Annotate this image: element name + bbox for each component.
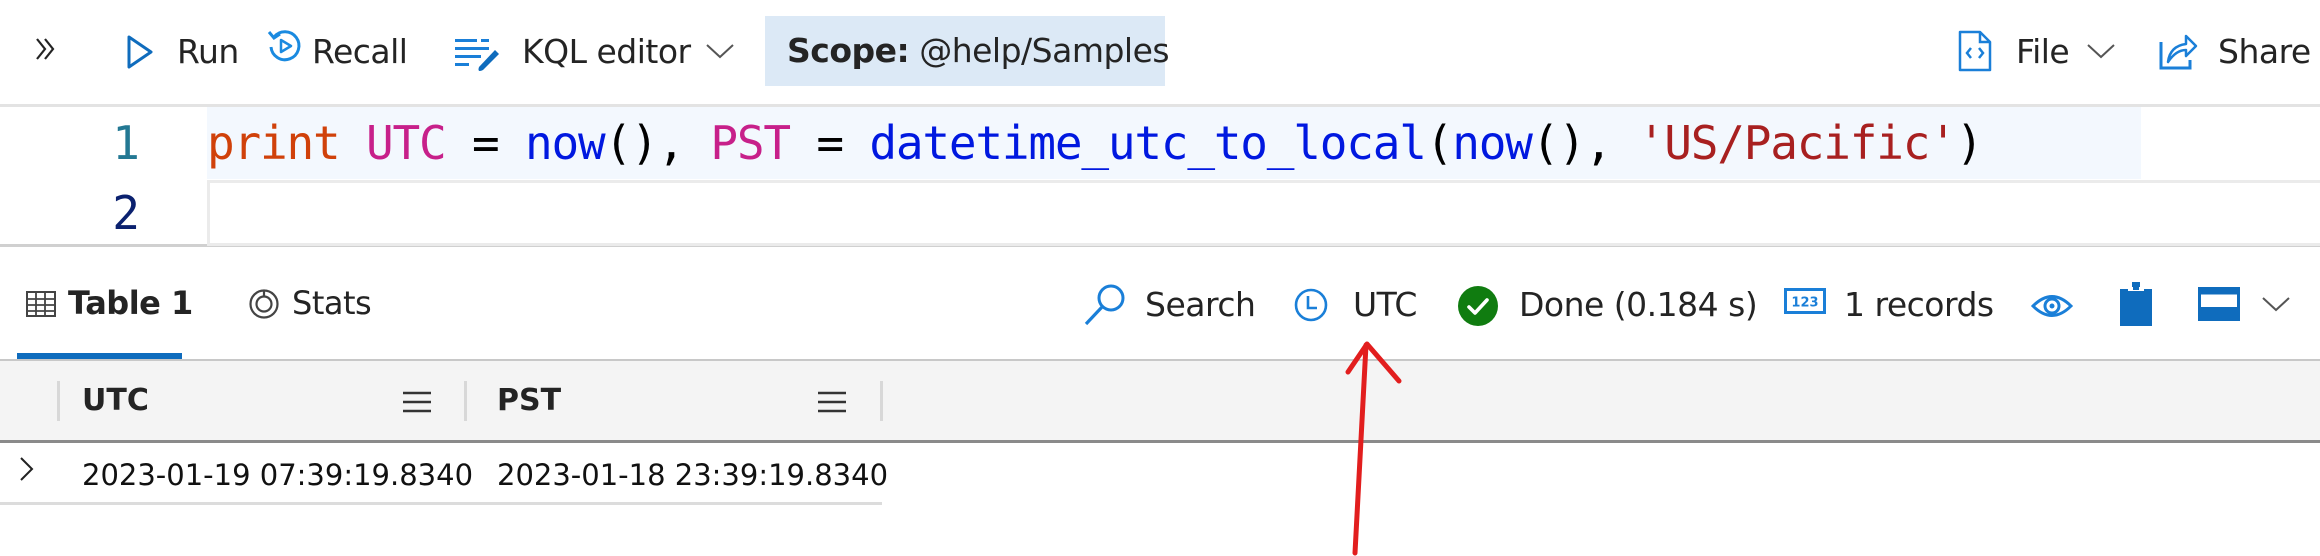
file-menu-button[interactable]: File (1958, 30, 2118, 76)
query-toolbar: Run Recall KQL editor Scope: @help/Sampl… (0, 0, 2320, 104)
code-file-icon (1958, 30, 1992, 72)
line-number: 2 (112, 186, 140, 240)
code-token-var: PST (710, 116, 791, 170)
search-label: Search (1145, 285, 1256, 324)
results-toolbar: Table 1 Stats Search UTC Done (0.184 s) … (0, 247, 2320, 359)
kql-editor-icon (455, 36, 501, 72)
recall-label: Recall (312, 32, 408, 71)
records-label: 1 records (1844, 285, 1994, 324)
table-icon (26, 291, 56, 317)
scope-selector[interactable]: Scope: @help/Samples (765, 16, 1170, 86)
column-menu-icon[interactable] (818, 391, 846, 413)
play-icon (127, 35, 153, 69)
layout-panel-icon (2198, 287, 2240, 321)
recall-history-icon (266, 28, 304, 66)
code-token-fn: datetime_utc_to_local (869, 116, 1427, 170)
timezone-label: UTC (1353, 285, 1417, 324)
code-token-pl: ) (1955, 116, 1984, 170)
code-token-pl: = (789, 116, 870, 170)
kql-editor-label: KQL editor (522, 32, 691, 71)
tab-stats[interactable]: Stats (248, 283, 378, 327)
search-button[interactable]: Search (1083, 281, 1256, 327)
editor-line-2[interactable] (207, 180, 2320, 246)
search-icon (1083, 283, 1127, 327)
scope-prefix: Scope: (787, 31, 910, 70)
double-chevron-right-icon[interactable] (34, 36, 58, 62)
clipboard-copy-icon[interactable] (2120, 282, 2152, 326)
code-token-pl: (), (604, 116, 711, 170)
record-count-icon: 123 (1784, 288, 1826, 314)
kql-editor-dropdown[interactable]: KQL editor (455, 30, 745, 76)
timezone-UTC-button[interactable]: UTC (1293, 283, 1423, 327)
column-title: UTC (82, 383, 149, 418)
query-status: Done (0.184 s) (1457, 283, 1758, 327)
query-editor[interactable]: 1 2 print UTC = now(), PST = datetime_ut… (0, 104, 2320, 247)
scope-label: Scope: @help/Samples (787, 31, 1170, 71)
recall-button[interactable]: Recall (264, 28, 409, 74)
eye-icon[interactable] (2031, 293, 2073, 319)
grid-header: UTC PST (0, 361, 2320, 443)
code-token-str: 'US/Pacific' (1637, 116, 1957, 170)
records-count: 123 1 records (1784, 283, 2004, 327)
cell-utc[interactable]: 2023-01-19 07:39:19.8340 (82, 455, 473, 495)
code-token-var: UTC (365, 116, 447, 170)
line-number: 1 (112, 116, 140, 170)
row-divider (0, 502, 882, 505)
run-button[interactable]: Run (120, 30, 245, 74)
status-label: Done (0.184 s) (1519, 285, 1758, 324)
code-token-kw: print (207, 116, 341, 170)
chevron-down-icon (2261, 295, 2291, 313)
cell-pst[interactable]: 2023-01-18 23:39:19.8340 (497, 455, 888, 495)
tab-label: Stats (292, 284, 372, 322)
run-label: Run (177, 32, 239, 71)
column-resize-handle[interactable] (880, 381, 883, 421)
scope-value: @help/Samples (919, 31, 1170, 70)
chevron-down-icon (705, 42, 735, 60)
column-header-pst[interactable]: PST (467, 361, 880, 440)
code-token-pl: (), (1531, 116, 1638, 170)
share-button[interactable]: Share (2158, 30, 2318, 76)
column-menu-icon[interactable] (403, 391, 431, 413)
svg-text:123: 123 (1791, 296, 1818, 311)
code-token-pl: = (445, 116, 525, 170)
code-token-fn: now (1452, 116, 1533, 170)
code-token-fn: now (524, 116, 606, 170)
share-icon (2158, 30, 2198, 70)
success-check-icon (1457, 285, 1499, 327)
code-line-1[interactable]: print UTC = now(), PST = datetime_utc_to… (207, 113, 1984, 173)
column-title: PST (497, 383, 562, 418)
column-header-utc[interactable]: UTC (60, 361, 463, 440)
chevron-down-icon (2086, 42, 2116, 60)
code-token-pl: ( (1425, 116, 1454, 170)
stats-donut-icon (248, 288, 280, 320)
expand-row-chevron-icon[interactable] (19, 456, 35, 482)
layout-options-dropdown[interactable] (2198, 285, 2298, 325)
tab-table-1[interactable]: Table 1 (22, 283, 193, 327)
tab-label: Table 1 (68, 284, 193, 322)
clock-icon (1293, 287, 1329, 323)
file-label: File (2016, 32, 2070, 71)
share-label: Share (2218, 32, 2311, 71)
